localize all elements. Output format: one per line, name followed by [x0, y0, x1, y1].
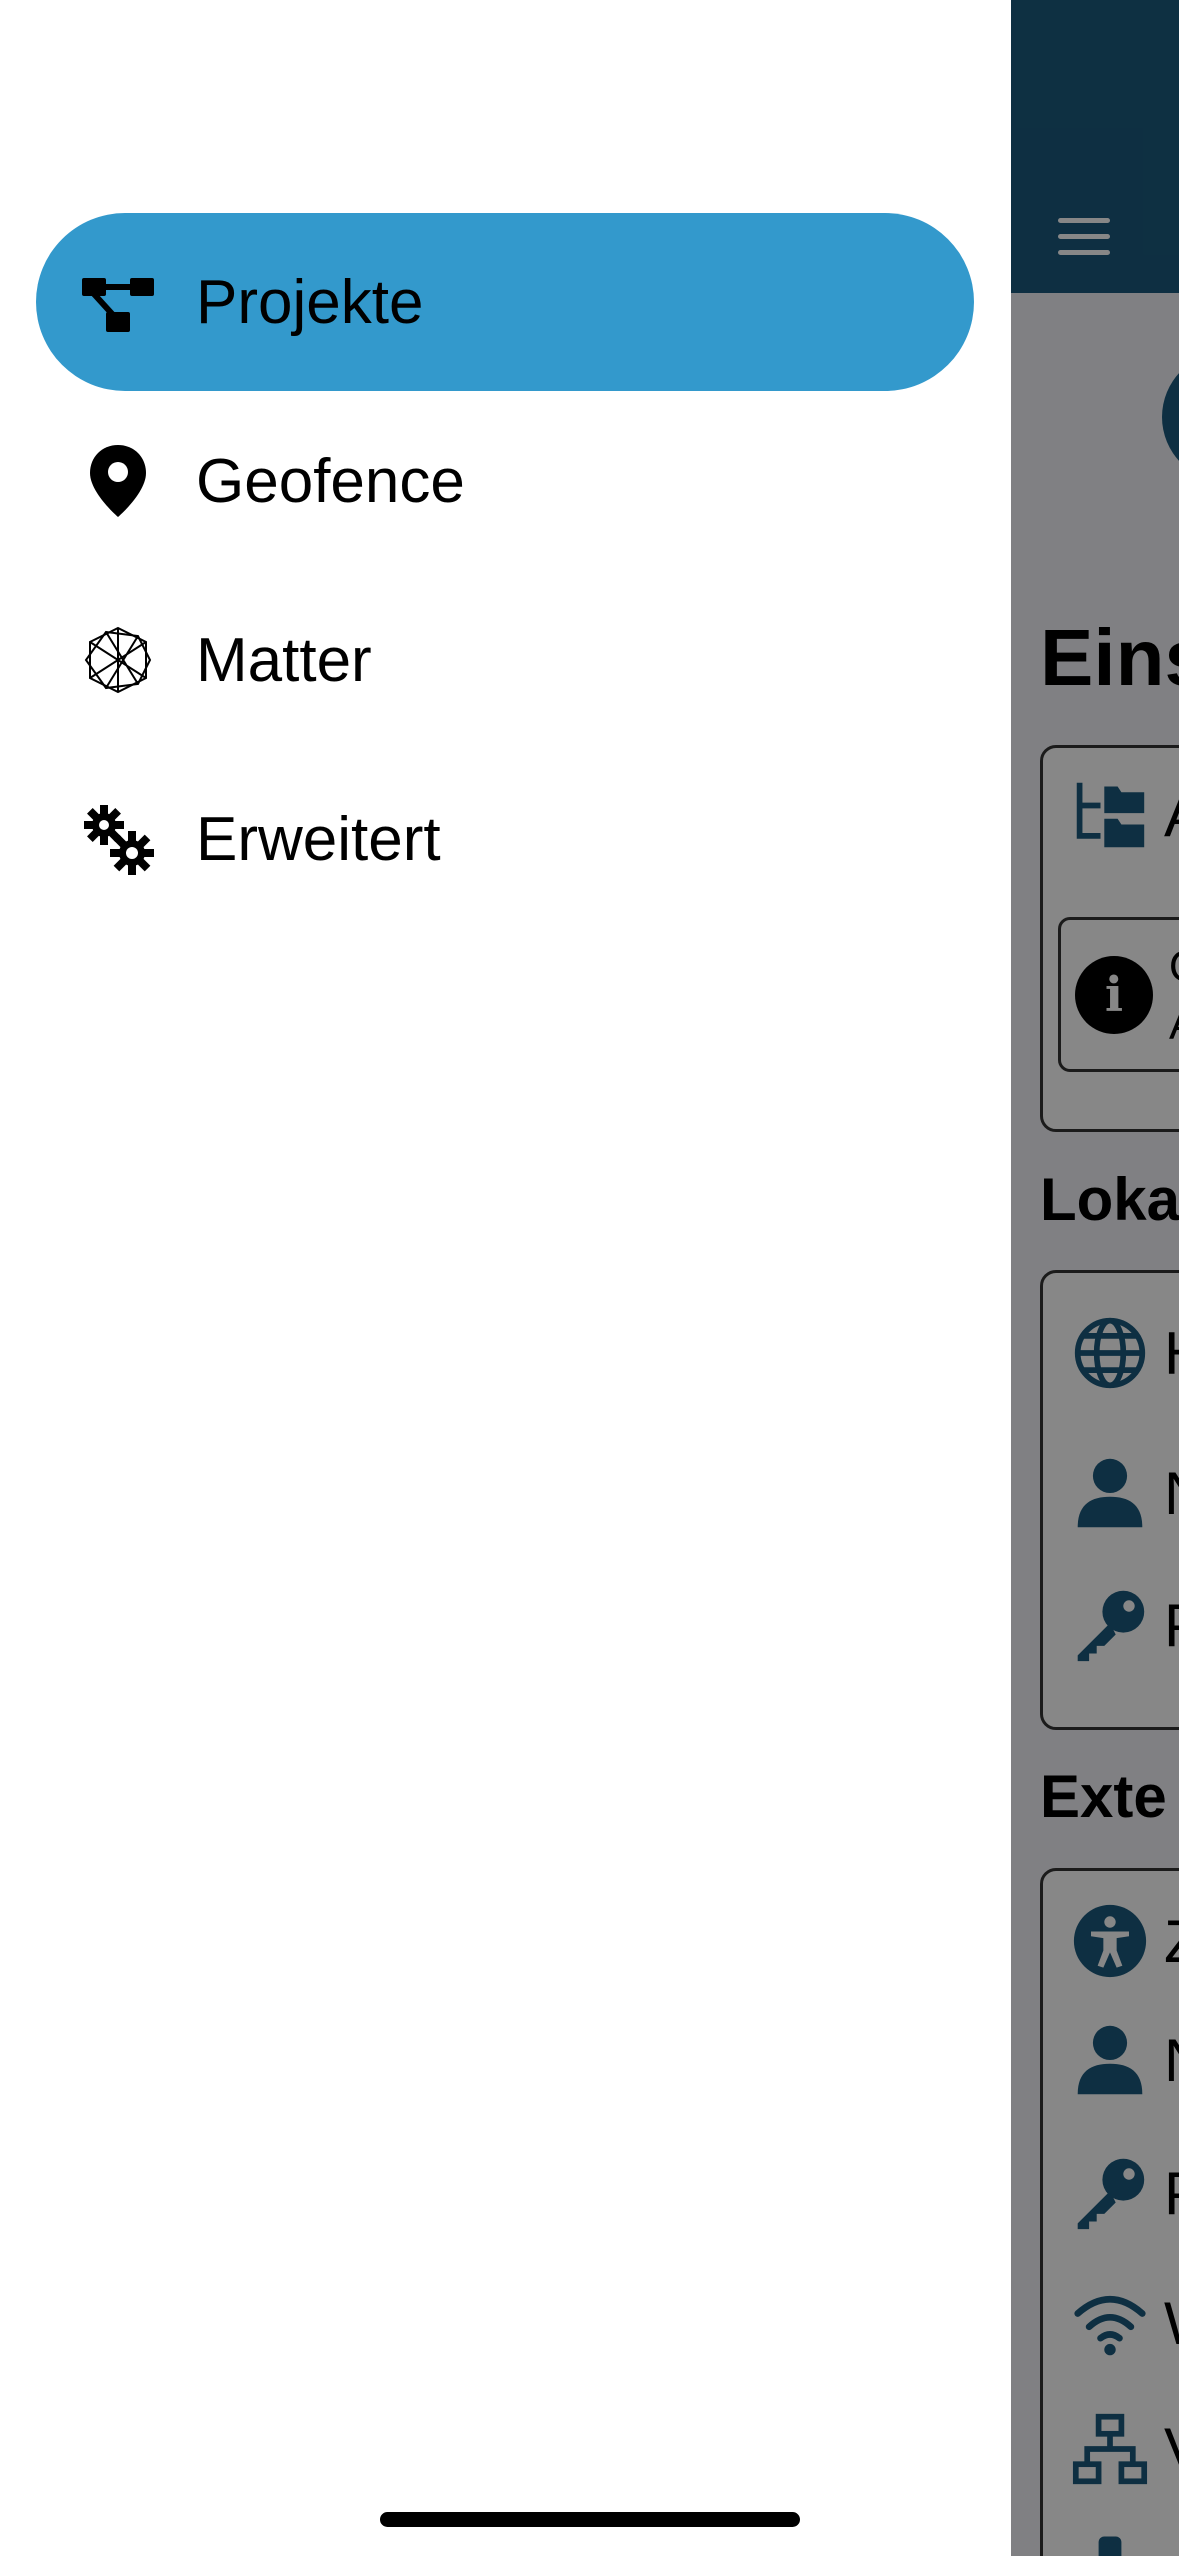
map-pin-icon — [82, 445, 154, 517]
drawer-item-projekte[interactable]: Projekte — [36, 213, 974, 391]
drawer-item-label: Projekte — [196, 267, 424, 337]
drawer-item-matter[interactable]: Matter — [36, 571, 974, 749]
navigation-drawer: Projekte Geofence Matter Erweitert — [0, 0, 1011, 2556]
project-diagram-icon — [82, 266, 154, 338]
drawer-item-label: Erweitert — [196, 804, 441, 874]
drawer-item-geofence[interactable]: Geofence — [36, 392, 974, 570]
drawer-item-label: Geofence — [196, 446, 465, 516]
drawer-item-label: Matter — [196, 625, 372, 695]
drawer-item-erweitert[interactable]: Erweitert — [36, 750, 974, 928]
gears-icon — [82, 803, 154, 875]
home-indicator — [380, 2512, 800, 2527]
matter-logo-icon — [82, 624, 154, 696]
